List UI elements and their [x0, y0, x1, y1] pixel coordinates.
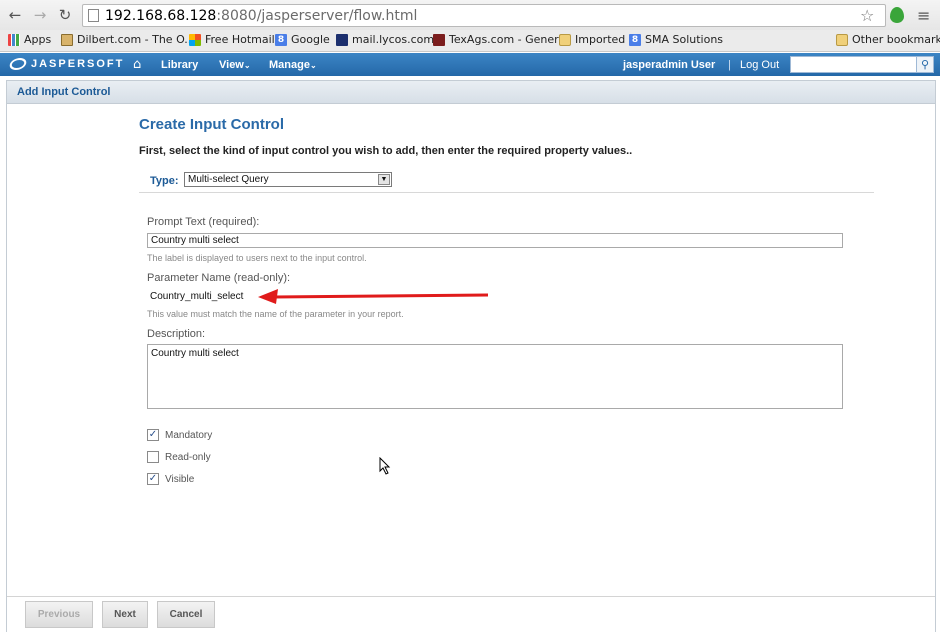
home-icon[interactable]: ⌂ [133, 58, 141, 71]
bookmark-sma[interactable]: 8 SMA Solutions [629, 33, 723, 46]
bookmark-dilbert[interactable]: Dilbert.com - The O... [61, 33, 195, 46]
dropdown-arrow-icon[interactable]: ▼ [378, 174, 390, 185]
bookmark-star-icon[interactable]: ☆ [860, 6, 874, 25]
bookmark-hotmail[interactable]: Free Hotmail [189, 33, 275, 46]
extension-icon[interactable] [890, 7, 904, 23]
mouse-cursor-icon [379, 457, 391, 475]
page-title: Add Input Control [17, 86, 111, 98]
bookmark-google[interactable]: 8 Google [275, 33, 330, 46]
bookmarks-bar: Apps Dilbert.com - The O... Free Hotmail… [0, 30, 940, 52]
search-input[interactable] [790, 56, 917, 73]
mandatory-label: Mandatory [165, 429, 213, 441]
jaspersoft-logo[interactable]: JASPERSOFT [7, 58, 124, 70]
nav-library[interactable]: Library [161, 59, 198, 71]
back-arrow-icon[interactable]: ← [6, 6, 24, 24]
mandatory-checkbox-row[interactable]: ✓ Mandatory [147, 429, 212, 441]
bookmark-lycos[interactable]: mail.lycos.com [336, 33, 434, 46]
folder-icon [836, 33, 848, 46]
param-label: Parameter Name (read-only): [147, 272, 291, 284]
google-icon: 8 [275, 33, 287, 46]
next-button[interactable]: Next [102, 601, 148, 628]
logo-mark-icon [7, 58, 29, 70]
page-titlebar: Add Input Control [6, 80, 936, 104]
browser-menu-icon[interactable]: ≡ [917, 6, 930, 25]
param-hint: This value must match the name of the pa… [147, 309, 404, 319]
readonly-checkbox[interactable] [147, 451, 159, 463]
browser-toolbar: ← → ↻ 192.168.68.128:8080/jasperserver/f… [0, 0, 940, 30]
readonly-checkbox-row[interactable]: Read-only [147, 451, 211, 463]
texags-icon [433, 33, 445, 46]
form-intro: First, select the kind of input control … [139, 145, 633, 157]
bookmark-imported[interactable]: Imported [559, 33, 625, 46]
visible-checkbox-row[interactable]: ✓ Visible [147, 473, 194, 485]
divider [139, 192, 874, 193]
google-icon: 8 [629, 33, 641, 46]
dilbert-icon [61, 33, 73, 46]
type-select[interactable]: Multi-select Query ▼ [184, 172, 392, 187]
search-icon[interactable]: ⚲ [916, 56, 934, 73]
visible-checkbox[interactable]: ✓ [147, 473, 159, 485]
user-name: jasperadmin User [623, 59, 716, 71]
bookmark-other[interactable]: Other bookmarks [836, 33, 940, 46]
prompt-hint: The label is displayed to users next to … [147, 253, 367, 263]
previous-button[interactable]: Previous [25, 601, 93, 628]
annotation-arrow [258, 289, 489, 304]
bookmark-apps[interactable]: Apps [8, 33, 51, 46]
folder-icon [559, 33, 571, 46]
nav-manage[interactable]: Manage⌄ [269, 59, 317, 71]
param-name-value: Country_multi_select [150, 291, 244, 302]
hotmail-icon [189, 33, 201, 46]
app-header: JASPERSOFT ⌂ Library View⌄ Manage⌄ jaspe… [0, 53, 940, 76]
forward-arrow-icon[interactable]: → [31, 6, 49, 24]
mandatory-checkbox[interactable]: ✓ [147, 429, 159, 441]
visible-label: Visible [165, 473, 195, 485]
chevron-down-icon: ⌄ [243, 61, 251, 70]
prompt-text-input[interactable]: Country multi select [147, 233, 843, 248]
cancel-button[interactable]: Cancel [157, 601, 215, 628]
description-label: Description: [147, 328, 206, 340]
address-bar[interactable]: 192.168.68.128:8080/jasperserver/flow.ht… [82, 4, 886, 27]
apps-icon [8, 33, 20, 46]
bookmark-texags[interactable]: TexAgs.com - General [433, 33, 568, 46]
description-textarea[interactable]: Country multi select [147, 344, 843, 409]
header-separator: | [728, 59, 731, 71]
annotation-arrow-head [258, 289, 278, 304]
page-icon [88, 9, 99, 22]
type-label: Type: [150, 175, 179, 187]
form-heading: Create Input Control [139, 116, 284, 133]
reload-icon[interactable]: ↻ [56, 6, 74, 24]
annotation-arrow-shaft [273, 293, 489, 299]
chevron-down-icon: ⌄ [309, 61, 317, 70]
url-text: 192.168.68.128:8080/jasperserver/flow.ht… [105, 8, 418, 24]
lycos-icon [336, 33, 348, 46]
logout-link[interactable]: Log Out [740, 59, 779, 71]
readonly-label: Read-only [165, 451, 211, 463]
prompt-label: Prompt Text (required): [147, 216, 260, 228]
nav-view[interactable]: View⌄ [219, 59, 251, 71]
